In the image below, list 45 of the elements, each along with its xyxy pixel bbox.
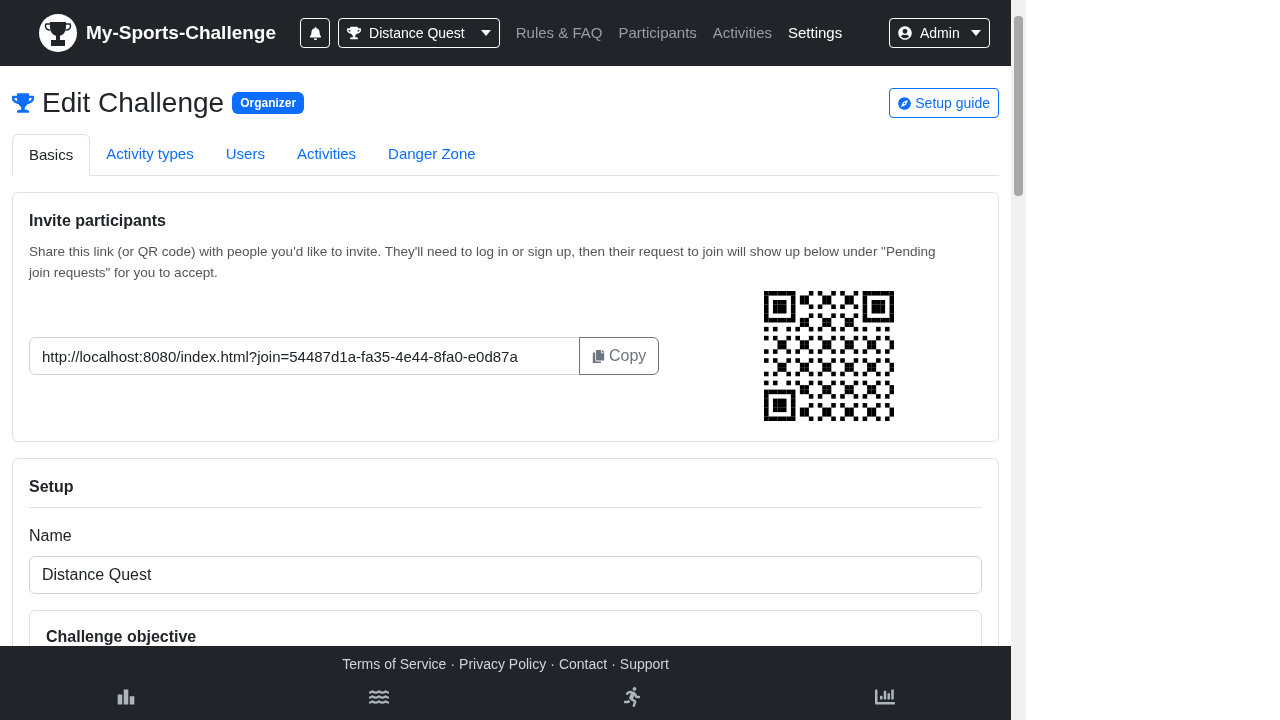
challenge-dropdown[interactable]: Distance Quest xyxy=(338,18,500,48)
user-icon xyxy=(898,26,912,40)
compass-icon xyxy=(898,96,912,110)
separator-dot: · xyxy=(450,655,456,674)
nav-link[interactable]: Participants xyxy=(610,21,705,45)
card-heading: Setup xyxy=(29,475,982,508)
caret-icon xyxy=(971,30,981,36)
waves-icon xyxy=(369,687,390,707)
trophy-icon xyxy=(347,26,362,40)
invite-link-field[interactable]: http://localhost:8080/index.html?join=54487d1a-fa35-4e44-8fa0-e0d87a xyxy=(29,337,580,375)
footer-link[interactable]: Contact xyxy=(558,654,608,675)
field-label: Name xyxy=(29,526,73,546)
card-heading: Challenge objective xyxy=(46,627,198,646)
name-field[interactable]: Distance Quest xyxy=(29,556,982,594)
tab[interactable]: Danger Zone xyxy=(372,134,492,175)
page-title: Edit Challenge xyxy=(42,86,225,120)
tab[interactable]: Users xyxy=(209,134,281,175)
notifications-button[interactable] xyxy=(300,18,331,48)
separator-dot: · xyxy=(611,655,616,674)
organizer-badge: Organizer xyxy=(232,92,305,114)
footer-link[interactable]: Terms of Service xyxy=(342,654,447,675)
trophy-logo-icon xyxy=(38,13,78,53)
invite-description: Share this link (or QR code) with people you'd like to invite. They'll need to log in or sign up, then their request to join will show up below under "Pending join requests" for you to accept. xyxy=(29,243,937,282)
trophy-icon xyxy=(12,92,34,114)
footer-link[interactable]: Support xyxy=(619,654,669,675)
nav-link[interactable]: Rules & FAQ xyxy=(507,21,611,45)
user-dropdown[interactable]: Admin xyxy=(889,18,990,48)
copy-icon xyxy=(592,349,605,363)
nav-link[interactable]: Settings xyxy=(780,21,851,45)
tab[interactable]: Activities xyxy=(280,134,373,175)
setup-guide-button[interactable]: Setup guide xyxy=(889,88,999,118)
tab[interactable]: Activity types xyxy=(90,134,210,175)
bar-chart-icon xyxy=(874,687,895,707)
caret-icon xyxy=(480,30,491,36)
copy-button[interactable]: Copy xyxy=(579,337,660,375)
runner-icon xyxy=(621,687,642,707)
tab[interactable]: Basics xyxy=(12,134,91,176)
podium-icon xyxy=(116,687,137,707)
nav-link[interactable]: Activities xyxy=(704,21,780,45)
card-heading: Invite participants xyxy=(29,211,167,231)
separator-dot: · xyxy=(550,655,555,674)
brand-name[interactable]: My-Sports-Challenge xyxy=(86,18,277,48)
footer-link[interactable]: Privacy Policy xyxy=(459,654,547,675)
scrollbar[interactable] xyxy=(1011,0,1026,720)
bell-icon xyxy=(308,26,322,40)
